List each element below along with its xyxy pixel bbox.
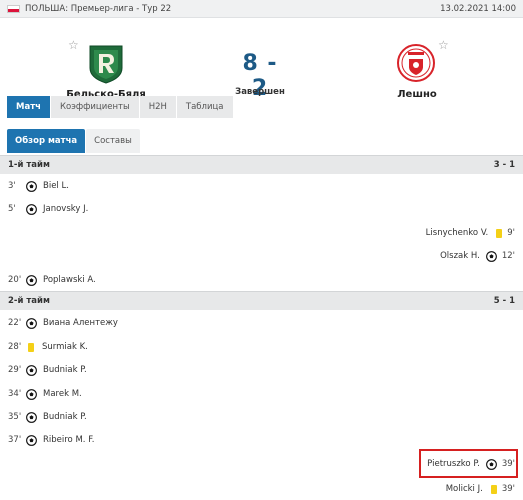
event-minute: 35' xyxy=(8,412,22,422)
event-minute: 22' xyxy=(8,318,22,328)
event-highlight-box xyxy=(419,449,518,478)
soccer-ball-icon xyxy=(26,388,37,400)
main-tabs: Матч Коэффициенты H2H Таблица xyxy=(7,96,234,118)
event-row: 37' Ribeiro M. F. xyxy=(8,432,94,448)
event-minute: 12' xyxy=(501,251,515,261)
event-minute: 9' xyxy=(507,228,515,238)
yellow-card-icon xyxy=(490,484,497,494)
away-favorite-star-icon[interactable]: ☆ xyxy=(438,38,449,52)
event-minute: 3' xyxy=(8,181,16,191)
half-title: 1-й тайм xyxy=(8,160,50,170)
event-row: 20' Poplawski A. xyxy=(8,272,96,288)
event-minute: 20' xyxy=(8,275,22,285)
event-player[interactable]: Виана Алентежу xyxy=(43,318,118,328)
event-player[interactable]: Budniak P. xyxy=(43,412,87,422)
home-team-logo[interactable] xyxy=(86,42,126,84)
event-row: 5' Janovsky J. xyxy=(8,201,88,217)
event-row: 3' Biel L. xyxy=(8,178,69,194)
tab-match-summary[interactable]: Обзор матча xyxy=(7,129,86,153)
event-player[interactable]: Olszak H. xyxy=(440,251,480,261)
sub-tabs: Обзор матча Составы xyxy=(7,129,141,153)
tab-odds[interactable]: Коэффициенты xyxy=(50,96,139,118)
event-minute: 34' xyxy=(8,389,22,399)
event-player[interactable]: Janovsky J. xyxy=(43,204,88,214)
event-player[interactable]: Marek M. xyxy=(43,389,82,399)
soccer-ball-icon xyxy=(26,434,37,446)
match-datetime: 13.02.2021 14:00 xyxy=(440,3,516,14)
event-minute: 5' xyxy=(8,204,16,214)
tab-h2h[interactable]: H2H xyxy=(139,96,176,118)
soccer-ball-icon xyxy=(26,317,37,329)
event-minute: 37' xyxy=(8,435,22,445)
event-player[interactable]: Poplawski A. xyxy=(43,275,96,285)
away-team-logo[interactable] xyxy=(396,42,436,84)
half-title: 2-й тайм xyxy=(8,296,50,306)
event-player[interactable]: Biel L. xyxy=(43,181,69,191)
soccer-ball-icon xyxy=(26,203,37,215)
event-row: Lisnychenko V. 9' xyxy=(426,225,515,241)
half-header-first: 1-й тайм 3 - 1 xyxy=(0,155,523,174)
tab-standings[interactable]: Таблица xyxy=(176,96,233,118)
soccer-ball-icon xyxy=(26,364,37,376)
half-header-second: 2-й тайм 5 - 1 xyxy=(0,291,523,310)
event-player[interactable]: Budniak P. xyxy=(43,365,87,375)
home-favorite-star-icon[interactable]: ☆ xyxy=(68,38,79,52)
soccer-ball-icon xyxy=(26,274,37,286)
soccer-ball-icon xyxy=(26,411,37,423)
event-minute: 28' xyxy=(8,342,22,352)
yellow-card-icon xyxy=(28,342,34,352)
scoreboard: ☆ Бельско-Бяля 8 - 2 Завершен ☆ Лешно xyxy=(0,18,523,101)
poland-flag-icon xyxy=(7,4,20,13)
half-score: 5 - 1 xyxy=(493,296,515,306)
event-row: 34' Marek M. xyxy=(8,386,82,402)
event-row: 35' Budniak P. xyxy=(8,409,87,425)
event-row: 22' Виана Алентежу xyxy=(8,315,118,331)
event-minute: 39' xyxy=(501,484,515,494)
tab-match[interactable]: Матч xyxy=(7,96,50,118)
soccer-ball-icon xyxy=(26,180,37,192)
half-score: 3 - 1 xyxy=(493,160,515,170)
event-row: Molicki J. 39' xyxy=(446,481,515,497)
event-row: Olszak H. 12' xyxy=(440,248,515,264)
tab-lineups[interactable]: Составы xyxy=(86,129,140,153)
event-row: 28' Surmiak K. xyxy=(8,339,88,355)
away-team-name[interactable]: Лешно xyxy=(362,89,472,100)
yellow-card-icon xyxy=(496,228,503,238)
event-player[interactable]: Lisnychenko V. xyxy=(426,228,489,238)
match-header-bar: ПОЛЬША: Премьер-лига - Тур 22 13.02.2021… xyxy=(0,0,523,18)
event-player[interactable]: Molicki J. xyxy=(446,484,483,494)
event-minute: 29' xyxy=(8,365,22,375)
event-player[interactable]: Surmiak K. xyxy=(42,342,88,352)
league-breadcrumb[interactable]: ПОЛЬША: Премьер-лига - Тур 22 xyxy=(25,4,440,14)
soccer-ball-icon xyxy=(485,250,497,262)
event-player[interactable]: Ribeiro M. F. xyxy=(43,435,94,445)
event-row: 29' Budniak P. xyxy=(8,362,87,378)
